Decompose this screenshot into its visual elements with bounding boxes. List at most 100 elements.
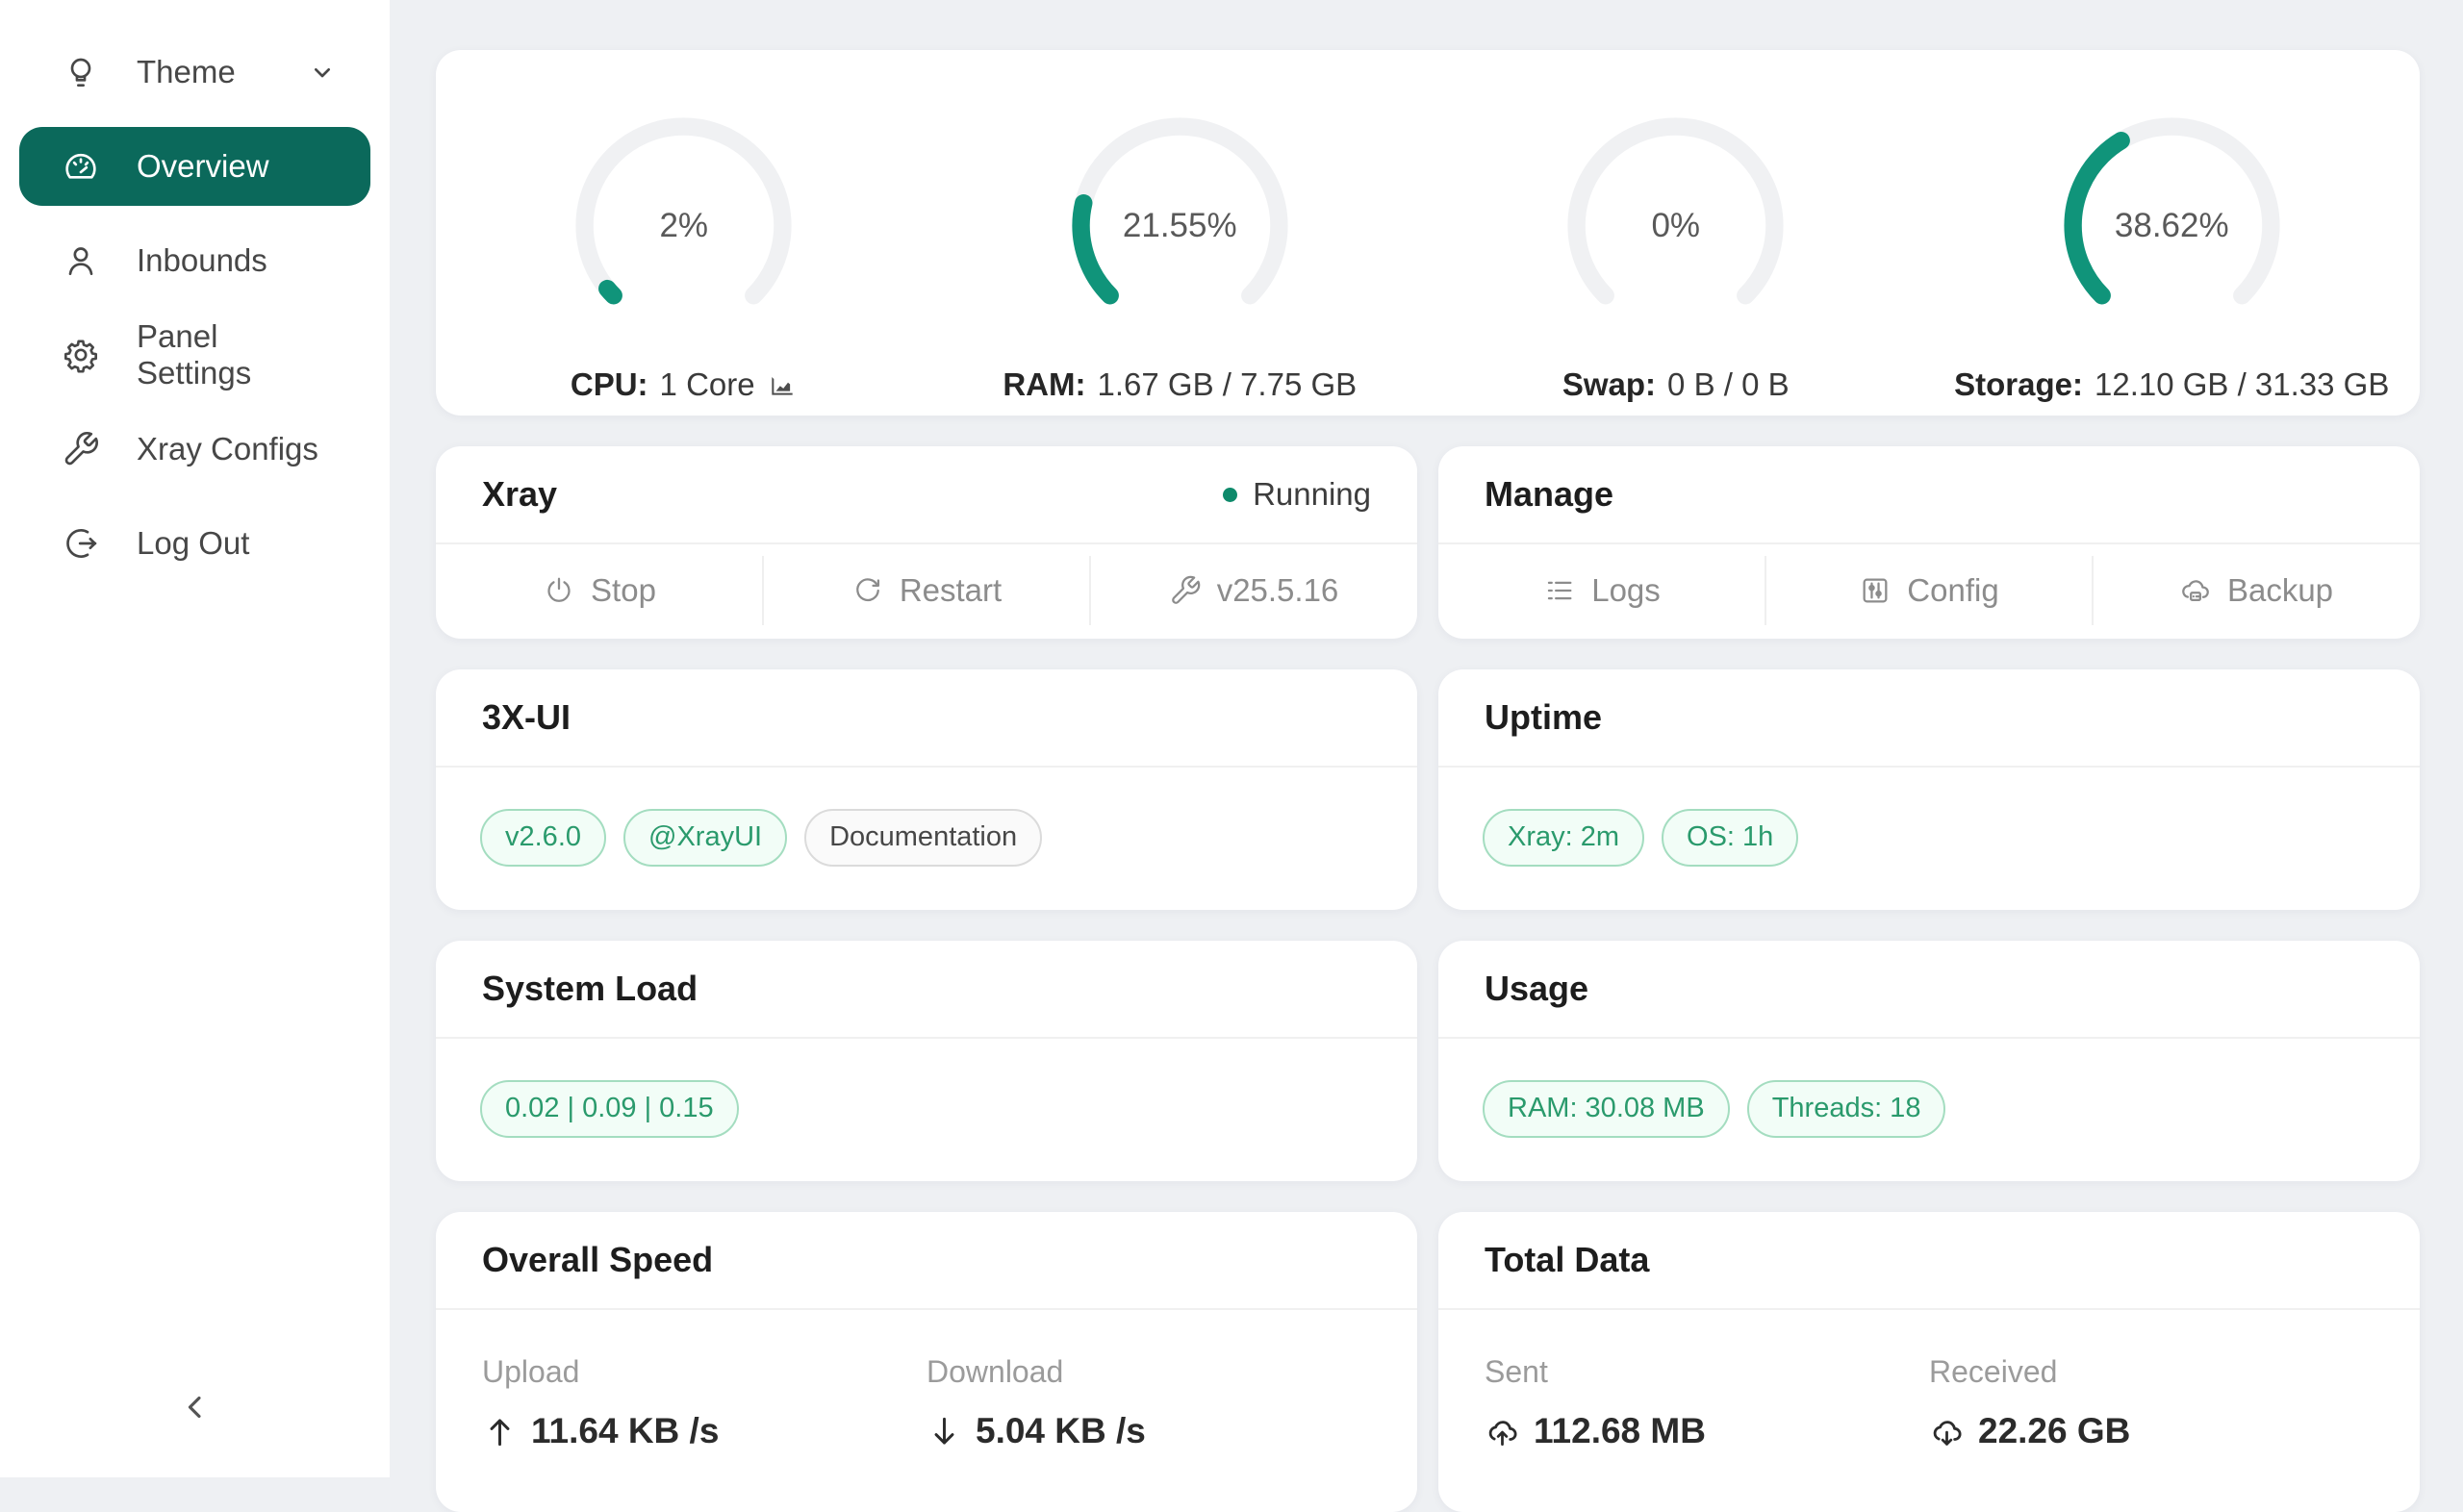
usage-card: Usage RAM: 30.08 MB Threads: 18 xyxy=(1438,941,2420,1181)
cards-grid: Xray Running Stop Restart xyxy=(436,446,2420,1512)
stat-label: Received xyxy=(1929,1354,2374,1390)
overall-speed-card-header: Overall Speed xyxy=(436,1212,1417,1310)
arrow-down-icon xyxy=(927,1414,962,1449)
cpu-gauge: 2% CPU: 1 Core xyxy=(436,108,932,403)
stop-button[interactable]: Stop xyxy=(436,544,763,637)
cloud-download-icon xyxy=(1929,1414,1965,1449)
overall-speed-card: Overall Speed Upload 11.64 KB /s Downloa… xyxy=(436,1212,1417,1512)
sliders-icon xyxy=(1859,574,1892,607)
storage-gauge-ring: 38.62% xyxy=(2054,108,2290,343)
uptime-card: Uptime Xray: 2m OS: 1h xyxy=(1438,669,2420,910)
upload-stat: Upload 11.64 KB /s xyxy=(482,1354,927,1451)
sidebar-item-xray-configs[interactable]: Xray Configs xyxy=(19,410,370,489)
reload-icon xyxy=(851,574,884,607)
swap-label: Swap: 0 B / 0 B xyxy=(1562,366,1790,403)
card-title: System Load xyxy=(482,969,698,1009)
logout-icon xyxy=(62,524,100,563)
sidebar: Theme Overview Inbounds Panel Settings X… xyxy=(0,0,390,1477)
card-title: Xray xyxy=(482,474,557,515)
gear-icon xyxy=(62,336,100,374)
ram-percent: 21.55% xyxy=(1062,108,1298,343)
cpu-label: CPU: 1 Core xyxy=(571,366,798,403)
card-title: 3X-UI xyxy=(482,697,571,738)
version-tag[interactable]: v2.6.0 xyxy=(480,809,606,867)
logs-button[interactable]: Logs xyxy=(1438,544,1765,637)
system-load-card: System Load 0.02 | 0.09 | 0.15 xyxy=(436,941,1417,1181)
wrench-icon xyxy=(62,430,100,468)
xray-actions: Stop Restart v25.5.16 xyxy=(436,544,1417,637)
manage-actions: Logs Config Backup xyxy=(1438,544,2420,637)
xui-card-header: 3X-UI xyxy=(436,669,1417,768)
os-uptime-tag: OS: 1h xyxy=(1662,809,1798,867)
cpu-history-chart-icon[interactable] xyxy=(767,369,798,400)
storage-gauge: 38.62% Storage: 12.10 GB / 31.33 GB xyxy=(1924,108,2421,403)
cpu-gauge-ring: 2% xyxy=(566,108,801,343)
sidebar-item-panel-settings[interactable]: Panel Settings xyxy=(19,315,370,394)
stat-label: Download xyxy=(927,1354,1371,1390)
uptime-card-header: Uptime xyxy=(1438,669,2420,768)
xray-status: Running xyxy=(1223,476,1371,513)
sidebar-item-overview[interactable]: Overview xyxy=(19,127,370,206)
received-stat: Received 22.26 GB xyxy=(1929,1354,2374,1451)
wrench-icon xyxy=(1169,574,1202,607)
system-gauges-card: 2% CPU: 1 Core 21.55% RAM: 1.67 GB / 7.7… xyxy=(436,50,2420,416)
sidebar-item-theme[interactable]: Theme xyxy=(19,33,370,112)
threads-tag: Threads: 18 xyxy=(1747,1080,1946,1138)
telegram-tag[interactable]: @XrayUI xyxy=(623,809,787,867)
total-data-stats: Sent 112.68 MB Received 22.26 GB xyxy=(1438,1310,2420,1451)
card-title: Overall Speed xyxy=(482,1240,713,1280)
sidebar-item-logout[interactable]: Log Out xyxy=(19,504,370,583)
xray-status-label: Running xyxy=(1253,476,1371,513)
usage-tags: RAM: 30.08 MB Threads: 18 xyxy=(1438,1039,2420,1179)
stat-label: Upload xyxy=(482,1354,927,1390)
ram-gauge-ring: 21.55% xyxy=(1062,108,1298,343)
system-load-card-header: System Load xyxy=(436,941,1417,1039)
lightbulb-icon xyxy=(62,53,100,91)
restart-button[interactable]: Restart xyxy=(763,544,1090,637)
total-data-card: Total Data Sent 112.68 MB Received xyxy=(1438,1212,2420,1512)
card-title: Total Data xyxy=(1485,1240,1649,1280)
config-button[interactable]: Config xyxy=(1765,544,2093,637)
load-average-tag: 0.02 | 0.09 | 0.15 xyxy=(480,1080,739,1138)
sidebar-item-inbounds[interactable]: Inbounds xyxy=(19,221,370,300)
uptime-tags: Xray: 2m OS: 1h xyxy=(1438,768,2420,908)
card-title: Manage xyxy=(1485,474,1613,515)
ram-usage-tag: RAM: 30.08 MB xyxy=(1483,1080,1730,1138)
sent-value: 112.68 MB xyxy=(1485,1411,1929,1451)
sidebar-item-label: Inbounds xyxy=(137,242,267,279)
stat-label: Sent xyxy=(1485,1354,1929,1390)
cloud-server-icon xyxy=(2179,574,2212,607)
running-status-dot-icon xyxy=(1223,488,1237,502)
ram-gauge: 21.55% RAM: 1.67 GB / 7.75 GB xyxy=(932,108,1429,403)
power-icon xyxy=(543,574,575,607)
system-load-tags: 0.02 | 0.09 | 0.15 xyxy=(436,1039,1417,1179)
user-icon xyxy=(62,241,100,280)
overall-speed-stats: Upload 11.64 KB /s Download 5.04 xyxy=(436,1310,1417,1451)
backup-button[interactable]: Backup xyxy=(2093,544,2420,637)
xui-card: 3X-UI v2.6.0 @XrayUI Documentation xyxy=(436,669,1417,910)
ram-label: RAM: 1.67 GB / 7.75 GB xyxy=(1003,366,1357,403)
documentation-tag[interactable]: Documentation xyxy=(804,809,1042,867)
manage-card-header: Manage xyxy=(1438,446,2420,544)
sidebar-item-label: Panel Settings xyxy=(137,318,338,391)
sidebar-item-label: Log Out xyxy=(137,525,249,562)
sidebar-item-label: Overview xyxy=(137,148,269,185)
total-data-card-header: Total Data xyxy=(1438,1212,2420,1310)
storage-percent: 38.62% xyxy=(2054,108,2290,343)
sidebar-item-label: Theme xyxy=(137,54,236,90)
upload-value: 11.64 KB /s xyxy=(482,1411,927,1451)
xray-card: Xray Running Stop Restart xyxy=(436,446,1417,639)
list-icon xyxy=(1543,574,1576,607)
cpu-percent: 2% xyxy=(566,108,801,343)
usage-card-header: Usage xyxy=(1438,941,2420,1039)
cloud-upload-icon xyxy=(1485,1414,1520,1449)
swap-gauge-ring: 0% xyxy=(1558,108,1793,343)
manage-card: Manage Logs Config xyxy=(1438,446,2420,639)
main-content: 2% CPU: 1 Core 21.55% RAM: 1.67 GB / 7.7… xyxy=(390,0,2463,1477)
sidebar-collapse-button[interactable] xyxy=(148,1379,242,1435)
dashboard-icon xyxy=(62,147,100,186)
xray-version-button[interactable]: v25.5.16 xyxy=(1090,544,1417,637)
swap-percent: 0% xyxy=(1558,108,1793,343)
xray-card-header: Xray Running xyxy=(436,446,1417,544)
sent-stat: Sent 112.68 MB xyxy=(1485,1354,1929,1451)
